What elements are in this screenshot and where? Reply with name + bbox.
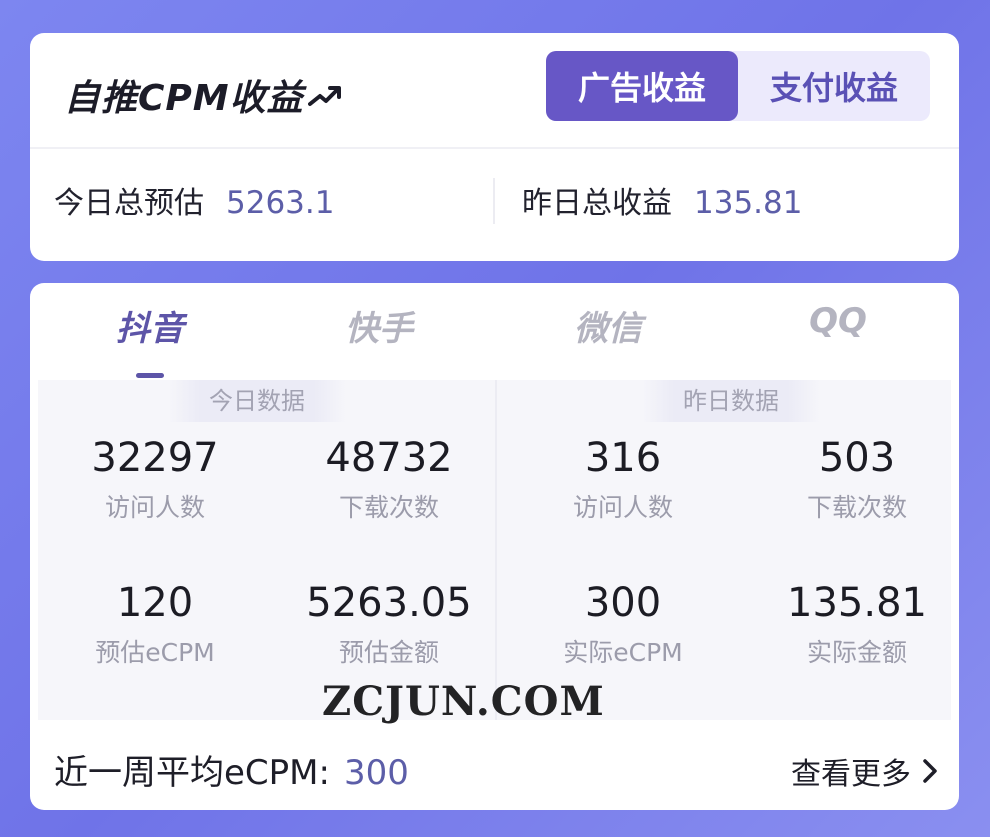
page-title: 自推CPM收益 bbox=[64, 69, 344, 121]
chevron-right-icon bbox=[923, 759, 937, 783]
trend-up-arrow-icon bbox=[307, 86, 341, 106]
watermark: ZCJUN.COM bbox=[322, 678, 605, 725]
view-more-link[interactable]: 查看更多 bbox=[791, 749, 939, 793]
platform-tabs: 抖音 快手 微信 QQ bbox=[30, 301, 959, 378]
stat-label: 实际金额 bbox=[806, 638, 907, 667]
yesterday-total-label: 昨日总收益 bbox=[522, 186, 672, 221]
stat-value: 32297 bbox=[91, 435, 219, 481]
yesterday-downloads-stat: 503 下载次数 bbox=[742, 434, 959, 526]
yesterday-data-header: 昨日数据 bbox=[642, 380, 820, 422]
today-visitors-stat: 32297 访问人数 bbox=[40, 434, 270, 526]
yesterday-visitors-stat: 316 访问人数 bbox=[508, 434, 738, 526]
today-total-label: 今日总预估 bbox=[54, 186, 204, 221]
yesterday-ecpm-stat: 300 实际eCPM bbox=[508, 579, 738, 671]
stat-label: 预估金额 bbox=[338, 638, 439, 667]
today-total-value: 5263.1 bbox=[226, 185, 335, 221]
tab-kuaishou[interactable]: 快手 bbox=[263, 301, 495, 350]
today-data-header: 今日数据 bbox=[168, 380, 346, 422]
tab-payment-revenue[interactable]: 支付收益 bbox=[738, 51, 930, 121]
tab-active-indicator bbox=[136, 373, 164, 378]
stat-label: 访问人数 bbox=[104, 493, 205, 522]
revenue-type-switch: 广告收益 支付收益 bbox=[546, 51, 930, 121]
tab-douyin[interactable]: 抖音 bbox=[34, 301, 266, 350]
page-title-text: 自推CPM收益 bbox=[64, 78, 304, 119]
today-downloads-stat: 48732 下载次数 bbox=[274, 434, 504, 526]
vertical-divider bbox=[493, 178, 495, 224]
stat-value: 5263.05 bbox=[306, 580, 472, 626]
platform-stats-card: 抖音 快手 微信 QQ 今日数据 昨日数据 32297 访问人数 48732 下… bbox=[30, 283, 959, 810]
today-total-estimate: 今日总预估 5263.1 bbox=[54, 178, 334, 222]
yesterday-amount-stat: 135.81 实际金额 bbox=[742, 579, 959, 671]
tab-ad-revenue[interactable]: 广告收益 bbox=[546, 51, 738, 121]
stats-area: 今日数据 昨日数据 32297 访问人数 48732 下载次数 120 预估eC… bbox=[38, 380, 951, 720]
stat-label: 下载次数 bbox=[338, 493, 439, 522]
weekly-average-ecpm: 近一周平均eCPM: 300 bbox=[54, 745, 409, 794]
tab-qq[interactable]: QQ bbox=[722, 301, 954, 341]
stat-label: 访问人数 bbox=[572, 493, 673, 522]
stat-label: 实际eCPM bbox=[563, 638, 683, 667]
divider bbox=[30, 147, 959, 149]
tab-wechat[interactable]: 微信 bbox=[492, 301, 724, 350]
yesterday-total-value: 135.81 bbox=[694, 185, 803, 221]
stat-value: 316 bbox=[584, 435, 662, 481]
stat-label: 预估eCPM bbox=[95, 638, 215, 667]
weekly-ecpm-label: 近一周平均eCPM: bbox=[54, 753, 330, 793]
today-amount-stat: 5263.05 预估金额 bbox=[274, 579, 504, 671]
stat-label: 下载次数 bbox=[806, 493, 907, 522]
stat-value: 48732 bbox=[325, 435, 453, 481]
stat-value: 120 bbox=[116, 580, 194, 626]
stat-value: 503 bbox=[818, 435, 896, 481]
stat-value: 135.81 bbox=[787, 580, 927, 626]
weekly-ecpm-value: 300 bbox=[343, 753, 409, 793]
stat-value: 300 bbox=[584, 580, 662, 626]
revenue-summary-card: 自推CPM收益 广告收益 支付收益 今日总预估 5263.1 昨日总收益 135… bbox=[30, 33, 959, 261]
today-ecpm-stat: 120 预估eCPM bbox=[40, 579, 270, 671]
view-more-label: 查看更多 bbox=[791, 757, 911, 792]
yesterday-total-revenue: 昨日总收益 135.81 bbox=[522, 178, 802, 222]
